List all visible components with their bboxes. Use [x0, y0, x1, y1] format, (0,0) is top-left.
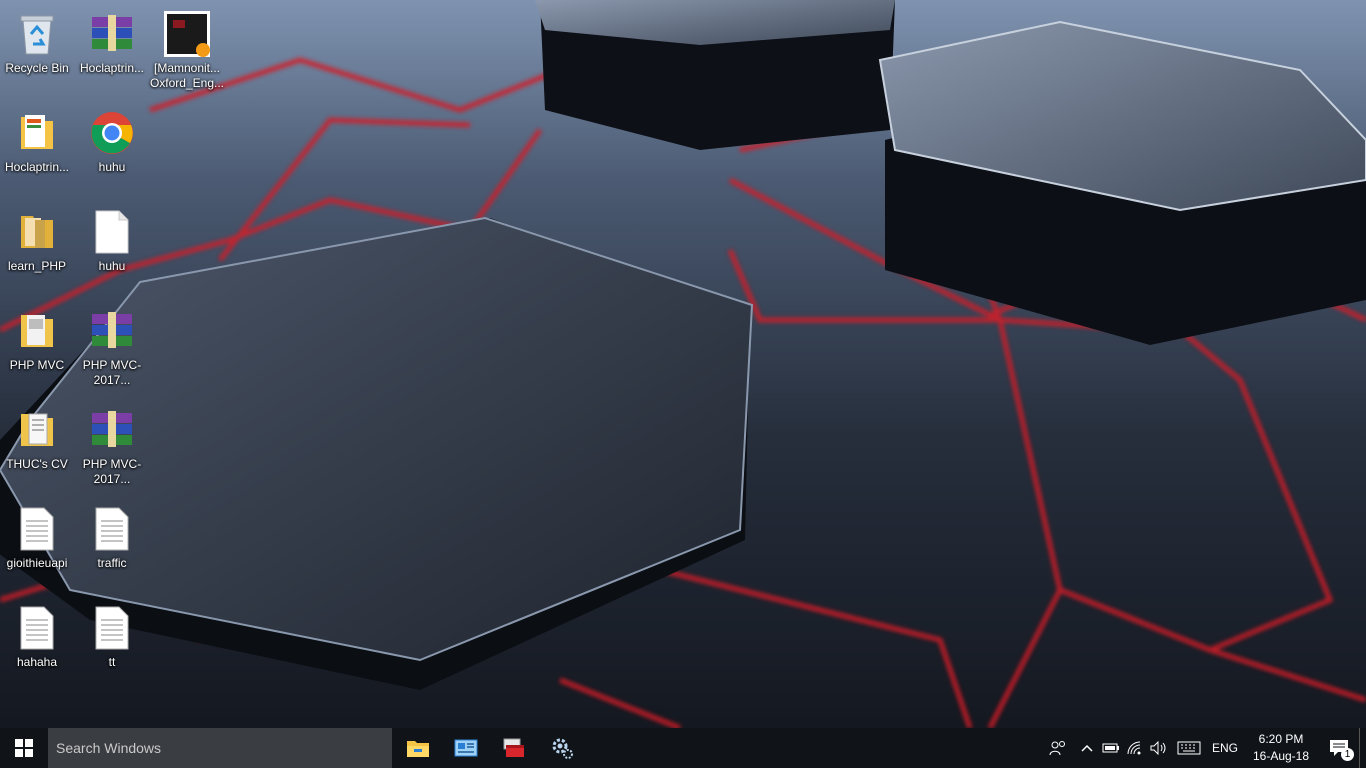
desktop-icon-label: Hoclaptrin...	[79, 61, 145, 75]
desktop-icon-folder-php-mvc[interactable]: PHP MVC	[0, 301, 76, 397]
desktop-icon-folder-thucs-cv[interactable]: THUC's CV	[0, 400, 76, 496]
text-file-icon	[13, 505, 61, 553]
desktop-icon-label: Hoclaptrin...	[4, 160, 70, 174]
desktop-icon-text-file[interactable]: hahaha	[0, 598, 76, 694]
start-button[interactable]	[0, 728, 48, 768]
toolbox-icon	[503, 738, 524, 757]
desktop-icon-text-file[interactable]: traffic	[73, 499, 151, 595]
settings-gear-icon	[552, 738, 573, 759]
folder-icon	[13, 406, 61, 454]
image-file-icon	[163, 10, 211, 58]
text-file-icon	[88, 505, 136, 553]
folder-icon	[13, 208, 61, 256]
wifi-icon	[1127, 741, 1141, 755]
wifi-button[interactable]	[1123, 728, 1147, 768]
taskbar: Search Windows ENG 6:20 PM 16-Aug-18 1	[0, 728, 1366, 768]
desktop-icon-chrome[interactable]: huhu	[73, 103, 151, 199]
desktop-icon-label: THUC's CV	[6, 457, 68, 471]
desktop-icon-label: learn_PHP	[7, 259, 67, 273]
taskbar-app-control-panel[interactable]	[442, 728, 490, 768]
desktop-icon-label: PHP MVC-2017...	[82, 358, 142, 387]
file-explorer-icon	[407, 741, 429, 757]
desktop-icon-recycle-bin[interactable]: Recycle Bin	[0, 4, 76, 100]
action-center-button[interactable]: 1	[1319, 728, 1359, 768]
system-tray: ENG 6:20 PM 16-Aug-18 1	[1041, 728, 1366, 768]
recycle-bin-icon	[13, 10, 61, 58]
winrar-archive-icon	[88, 406, 136, 454]
winrar-archive-icon	[88, 10, 136, 58]
touch-keyboard-button[interactable]	[1171, 728, 1207, 768]
search-box[interactable]: Search Windows	[48, 728, 392, 768]
windows-logo-icon	[15, 739, 33, 757]
battery-button[interactable]	[1099, 728, 1123, 768]
taskbar-app-settings[interactable]	[538, 728, 586, 768]
taskbar-app-file-explorer[interactable]	[394, 728, 442, 768]
folder-icon	[13, 109, 61, 157]
desktop-icon-label: PHP MVC	[9, 358, 65, 372]
clock-time: 6:20 PM	[1258, 732, 1304, 746]
desktop-icon-folder-hoclaptrinh[interactable]: Hoclaptrin...	[0, 103, 76, 199]
chrome-icon	[88, 109, 136, 157]
clock-date: 16-Aug-18	[1252, 749, 1310, 763]
show-hidden-icons-button[interactable]	[1075, 728, 1099, 768]
desktop-icon-label: huhu	[98, 259, 126, 273]
desktop-icon-image-file[interactable]: [Mamnonit... Oxford_Eng...	[148, 4, 226, 100]
desktop-icon-label: gioithieuapi	[6, 556, 68, 570]
clock[interactable]: 6:20 PM 16-Aug-18	[1243, 728, 1319, 768]
folder-icon	[13, 307, 61, 355]
winrar-archive-icon	[88, 307, 136, 355]
desktop-icon-label: hahaha	[16, 655, 58, 669]
battery-icon	[1102, 743, 1119, 753]
control-panel-icon	[454, 739, 478, 757]
chevron-up-icon	[1081, 744, 1093, 752]
desktop-icon-blank-file[interactable]: huhu	[73, 202, 151, 298]
desktop-icon-folder-learn-php[interactable]: learn_PHP	[0, 202, 76, 298]
desktop-icon-label: tt	[108, 655, 116, 669]
desktop-icon-text-file[interactable]: tt	[73, 598, 151, 694]
notification-count-badge: 1	[1341, 748, 1354, 761]
desktop-icon-winrar[interactable]: PHP MVC-2017...	[73, 400, 151, 496]
desktop-icon-label: traffic	[97, 556, 127, 570]
blank-file-icon	[88, 208, 136, 256]
search-placeholder: Search Windows	[56, 740, 162, 756]
speaker-icon	[1150, 741, 1166, 755]
desktop-icon-winrar[interactable]: Hoclaptrin...	[73, 4, 151, 100]
volume-button[interactable]	[1147, 728, 1171, 768]
desktop-icon-label: Recycle Bin	[5, 61, 69, 75]
people-button[interactable]	[1041, 728, 1075, 768]
desktop-icon-label: PHP MVC-2017...	[82, 457, 142, 486]
taskbar-app-toolbox[interactable]	[490, 728, 538, 768]
desktop-icon-winrar[interactable]: PHP MVC-2017...	[73, 301, 151, 397]
keyboard-icon	[1177, 741, 1201, 755]
input-language-button[interactable]: ENG	[1207, 728, 1243, 768]
text-file-icon	[13, 604, 61, 652]
desktop-icon-text-file[interactable]: gioithieuapi	[0, 499, 76, 595]
desktop-icon-label: [Mamnonit... Oxford_Eng...	[149, 61, 225, 90]
desktop-icon-label: huhu	[98, 160, 126, 174]
text-file-icon	[88, 604, 136, 652]
people-icon	[1049, 741, 1065, 756]
desktop-wallpaper	[0, 0, 1366, 728]
show-desktop-button[interactable]	[1359, 728, 1366, 768]
